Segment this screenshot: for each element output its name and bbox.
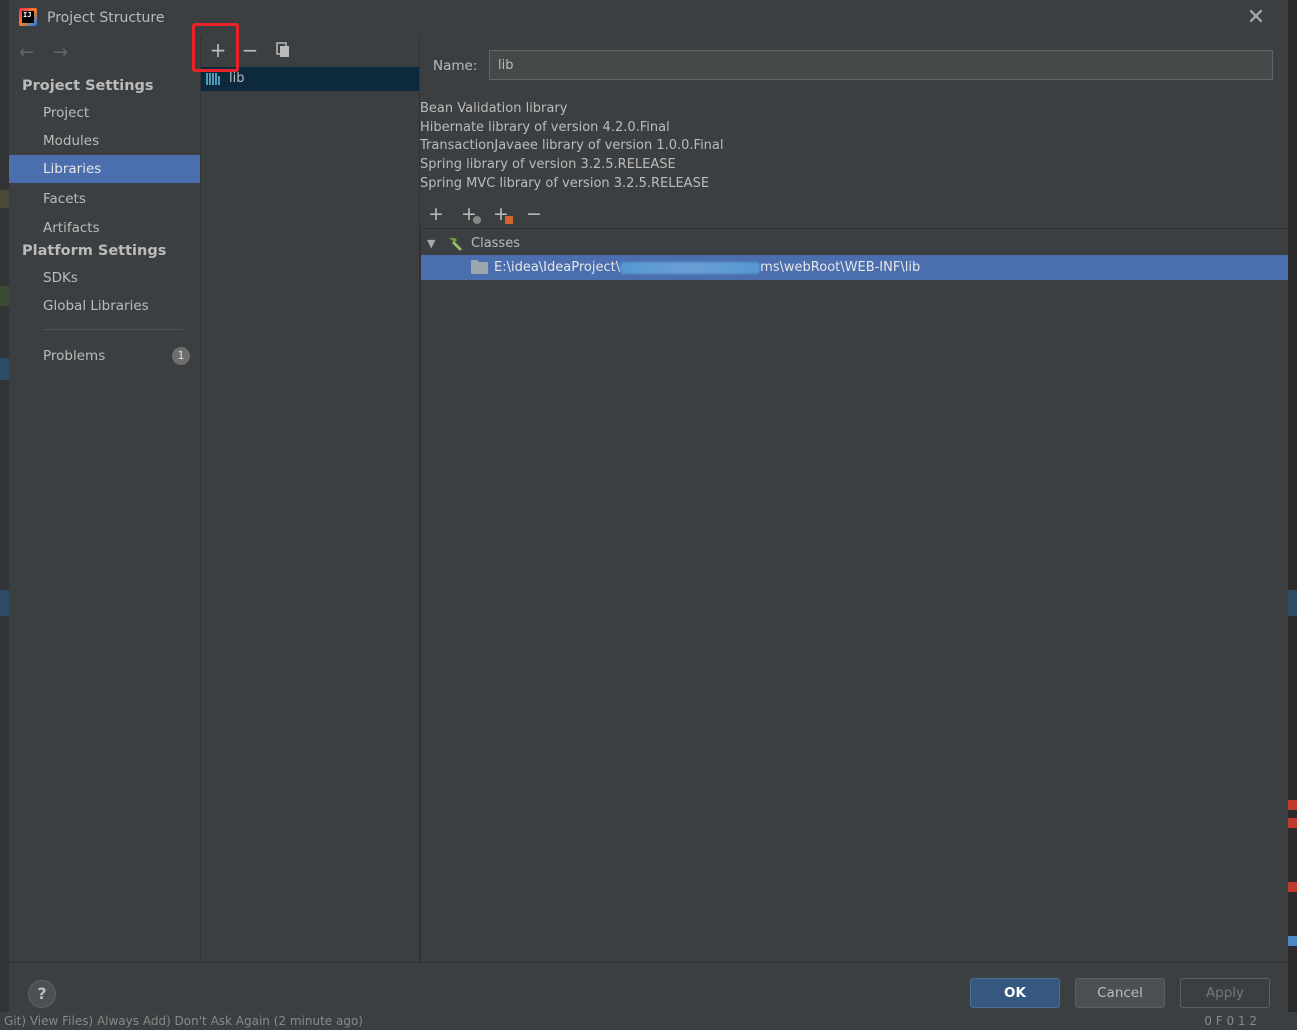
background-ide-left-edge: [0, 0, 9, 1030]
library-description-line: Hibernate library of version 4.2.0.Final: [420, 120, 670, 135]
hammer-icon: [449, 238, 462, 251]
back-arrow-icon[interactable]: ←: [19, 42, 41, 64]
sidebar-separator: [43, 329, 183, 330]
background-status-right: 0 F 0 1 2: [1204, 1014, 1257, 1028]
classes-tree: ▼ Classes E:\idea\IdeaProject\ ms\webRoot…: [420, 228, 1288, 962]
sidebar-item-libraries[interactable]: Libraries: [9, 155, 200, 183]
sidebar-item-artifacts[interactable]: Artifacts: [9, 214, 200, 242]
remove-root-button[interactable]: −: [520, 202, 548, 226]
help-button[interactable]: ?: [28, 980, 56, 1008]
project-settings-header: Project Settings: [22, 78, 154, 94]
sidebar-item-global-libraries[interactable]: Global Libraries: [9, 292, 200, 320]
library-icon: [206, 73, 224, 85]
libraries-list-panel: + − lib: [201, 36, 419, 962]
problems-label: Problems: [43, 348, 106, 364]
sidebar-item-modules[interactable]: Modules: [9, 127, 200, 155]
sidebar-item-project[interactable]: Project: [9, 99, 200, 127]
library-description-line: Bean Validation library: [420, 101, 568, 116]
sidebar-item-sdks[interactable]: SDKs: [9, 264, 200, 292]
background-status-text: Git) View Files) Always Add) Don't Ask A…: [4, 1014, 363, 1028]
library-details-panel: Name: Bean Validation library Hibernate …: [420, 36, 1288, 962]
add-jar-icon[interactable]: +: [487, 202, 515, 226]
dialog-footer: ? OK Cancel Apply: [9, 962, 1288, 1012]
remove-library-button[interactable]: −: [237, 38, 263, 62]
library-description-line: Spring MVC library of version 3.2.5.RELE…: [420, 176, 710, 191]
project-structure-dialog: IJ Project Structure ✕ ← → Project Setti…: [9, 0, 1288, 1012]
forward-arrow-icon[interactable]: →: [53, 42, 75, 64]
name-label: Name:: [433, 58, 478, 74]
background-status-bar: Git) View Files) Always Add) Don't Ask A…: [0, 1012, 1297, 1030]
lib-path-prefix: E:\idea\IdeaProject\: [494, 260, 621, 275]
annotation-highlight-box: [192, 23, 239, 72]
ok-button[interactable]: OK: [970, 978, 1060, 1008]
library-description-line: Spring library of version 3.2.5.RELEASE: [420, 157, 676, 172]
problems-count-badge: 1: [172, 347, 190, 365]
sidebar-item-facets[interactable]: Facets: [9, 185, 200, 213]
copy-library-button[interactable]: [270, 38, 296, 62]
redacted-path-segment: [620, 261, 761, 274]
apply-button[interactable]: Apply: [1180, 978, 1270, 1008]
close-icon[interactable]: ✕: [1244, 6, 1268, 30]
add-plus-icon[interactable]: +: [455, 202, 483, 226]
library-name-field[interactable]: [489, 50, 1273, 80]
library-item-label: lib: [229, 71, 245, 86]
cancel-button[interactable]: Cancel: [1075, 978, 1165, 1008]
tree-node-label: Classes: [471, 236, 520, 251]
lib-path-text: E:\idea\IdeaProject\ ms\webRoot\WEB-INF\l…: [494, 255, 920, 280]
sidebar-item-problems[interactable]: Problems 1: [9, 342, 200, 370]
lib-path-suffix: ms\webRoot\WEB-INF\lib: [760, 260, 921, 275]
settings-sidebar: ← → Project Settings Project Modules Lib…: [9, 36, 200, 962]
expand-arrow-icon[interactable]: ▼: [427, 231, 439, 256]
folder-icon: [471, 260, 488, 274]
tree-node-lib-path[interactable]: E:\idea\IdeaProject\ ms\webRoot\WEB-INF\l…: [421, 255, 1288, 280]
dialog-title: Project Structure: [47, 10, 165, 26]
background-ide-right-edge: [1288, 0, 1297, 1030]
platform-settings-header: Platform Settings: [22, 243, 167, 259]
add-root-button[interactable]: +: [422, 202, 450, 226]
intellij-app-icon: IJ: [19, 8, 37, 26]
navigation-arrows: ← →: [19, 42, 83, 64]
tree-node-classes[interactable]: ▼ Classes: [421, 231, 1288, 256]
library-description-line: TransactionJavaee library of version 1.0…: [420, 138, 724, 153]
copy-icon: [276, 42, 289, 57]
